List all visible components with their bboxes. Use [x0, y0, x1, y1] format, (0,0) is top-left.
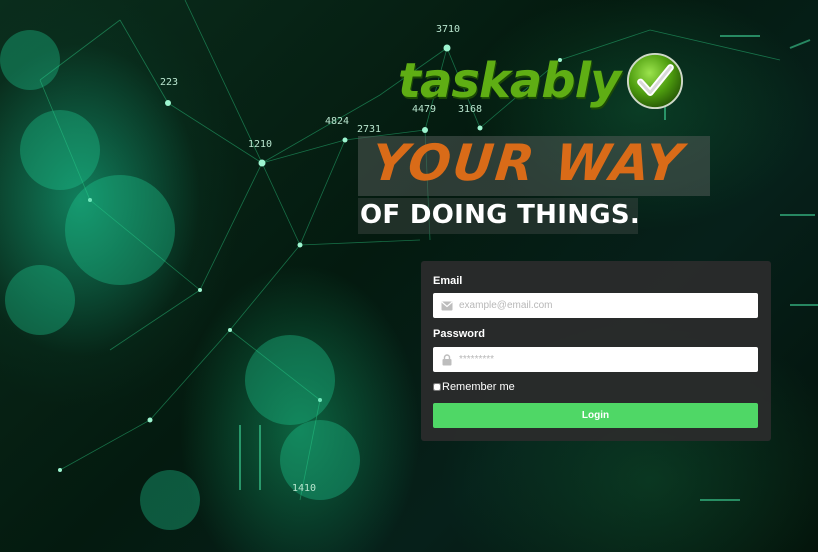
- logo-wordmark: taskably: [398, 53, 621, 109]
- email-field-wrapper[interactable]: [433, 293, 758, 318]
- password-label: Password: [433, 328, 485, 340]
- remember-me-label: Remember me: [442, 381, 515, 393]
- password-input[interactable]: [459, 347, 758, 372]
- lock-icon: [441, 353, 453, 366]
- bg-number: 4824: [325, 116, 349, 127]
- login-form: Email Password Remember me: [421, 261, 771, 441]
- email-input[interactable]: [459, 293, 758, 318]
- logo: taskably: [398, 52, 684, 110]
- password-field-wrapper[interactable]: [433, 347, 758, 372]
- checkmark-badge-icon: [627, 52, 684, 110]
- tagline-secondary: OF DOING THINGS.: [360, 200, 641, 230]
- email-label: Email: [433, 275, 463, 287]
- remember-me-checkbox[interactable]: [433, 383, 441, 391]
- login-button[interactable]: Login: [433, 403, 758, 428]
- tagline-primary: YOUR WAY: [368, 134, 688, 192]
- remember-me[interactable]: Remember me: [433, 381, 515, 393]
- page-background: 3710 223 4479 3168 4824 2731 1210 1410 t…: [0, 0, 818, 552]
- bg-number: 1210: [248, 139, 272, 150]
- bg-number: 1410: [292, 483, 316, 494]
- bg-number: 223: [160, 77, 178, 88]
- bg-number: 3710: [436, 24, 460, 35]
- envelope-icon: [441, 300, 453, 312]
